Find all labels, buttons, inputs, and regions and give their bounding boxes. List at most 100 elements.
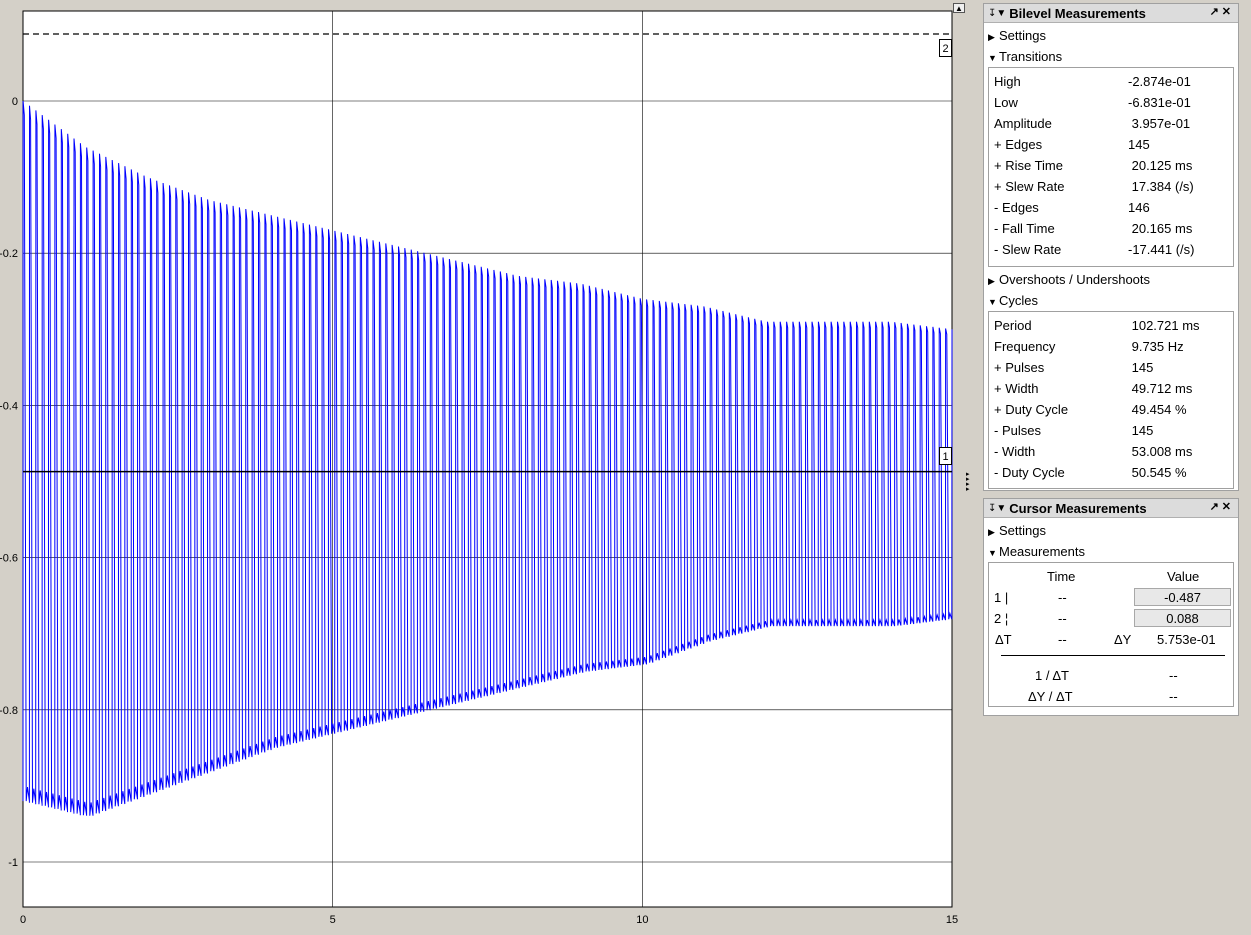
cursor-2-label: 2 ¦: [994, 611, 1009, 626]
cycle-row: + Pulses 145: [989, 357, 1233, 378]
cursor-measurements-table: Time Value 1 | -- -0.487 2 ¦ -- 0.088 ΔT…: [988, 562, 1234, 707]
cycle-label: Period: [994, 318, 1032, 333]
transition-row: - Slew Rate -17.441 (/s): [989, 239, 1233, 260]
delta-y-value: 5.753e-01: [1157, 632, 1216, 647]
overshoots-section[interactable]: ▶ Overshoots / Undershoots: [984, 269, 1238, 290]
transition-value: 20.165 ms: [1128, 221, 1193, 236]
inverse-delta-t-value: --: [1169, 668, 1178, 683]
close-icon[interactable]: ✕: [1222, 6, 1234, 18]
y-tick-label: 0: [12, 96, 18, 108]
transition-value: 20.125 ms: [1128, 158, 1193, 173]
cycle-value: 9.735 Hz: [1128, 339, 1184, 354]
cycles-label: Cycles: [999, 293, 1039, 308]
transition-row: - Fall Time 20.165 ms: [989, 218, 1233, 239]
cycle-label: + Duty Cycle: [994, 402, 1069, 417]
scope-display[interactable]: 0 -0.2 -0.4 -0.6 -0.8 -1 0 5 10 15 1 2 ▲ ▸ ▸ ▸ ▸: [0, 0, 980, 935]
x-tick-label: 0: [20, 914, 26, 926]
delta-t-label: ΔT: [995, 632, 1012, 647]
transition-value: -17.441 (/s): [1128, 242, 1195, 257]
undock-icon[interactable]: ↗: [1210, 6, 1222, 18]
y-tick-label: -0.2: [0, 248, 18, 260]
cycle-value: 49.712 ms: [1128, 381, 1193, 396]
cycle-row: Period 102.721 ms: [989, 315, 1233, 336]
cursor-2-time: --: [1058, 611, 1067, 626]
bilevel-header[interactable]: ↧▼ Bilevel Measurements ↗✕: [984, 4, 1238, 23]
cycle-value: 49.454 %: [1128, 402, 1187, 417]
cursor-title: Cursor Measurements: [1009, 500, 1147, 516]
pin-icon[interactable]: ↧▼: [988, 503, 1006, 514]
transition-label: High: [994, 74, 1021, 89]
cycles-table: Period 102.721 ms Frequency 9.735 Hz + Pul…: [988, 311, 1234, 489]
overshoots-label: Overshoots / Undershoots: [999, 272, 1151, 287]
collapsed-arrow-icon: ▶: [988, 276, 995, 286]
scroll-arrows-icon[interactable]: ▸ ▸ ▸ ▸: [966, 471, 976, 493]
close-icon[interactable]: ✕: [1222, 501, 1234, 513]
transition-row: + Rise Time 20.125 ms: [989, 155, 1233, 176]
cycle-label: - Pulses: [994, 423, 1041, 438]
measurements-section[interactable]: ▼ Measurements: [984, 541, 1238, 562]
cursor-settings-section[interactable]: ▶ Settings: [984, 520, 1238, 541]
transitions-label: Transitions: [999, 49, 1063, 64]
measurements-label: Measurements: [999, 544, 1085, 559]
cycle-row: - Pulses 145: [989, 420, 1233, 441]
cursor-1-label: 1 |: [994, 590, 1009, 605]
transition-value: -6.831e-01: [1128, 95, 1191, 110]
x-tick-label: 10: [636, 914, 648, 926]
transition-label: Amplitude: [994, 116, 1052, 131]
cursor-2-tag[interactable]: 2: [939, 39, 952, 57]
y-tick-label: -0.8: [0, 705, 18, 717]
delta-t-value: --: [1058, 632, 1067, 647]
inverse-delta-t-label: 1 / ΔT: [1035, 668, 1069, 683]
bilevel-settings-section[interactable]: ▶ Settings: [984, 25, 1238, 46]
y-tick-label: -0.4: [0, 400, 18, 412]
transition-row: + Edges 145: [989, 134, 1233, 155]
settings-label: Settings: [999, 28, 1046, 43]
expanded-arrow-icon: ▼: [988, 53, 997, 63]
expand-icon[interactable]: ▲: [953, 3, 965, 13]
expanded-arrow-icon: ▼: [988, 548, 997, 558]
transitions-section[interactable]: ▼ Transitions: [984, 46, 1238, 67]
cycle-label: - Duty Cycle: [994, 465, 1065, 480]
expanded-arrow-icon: ▼: [988, 297, 997, 307]
transition-label: + Rise Time: [994, 158, 1063, 173]
pin-icon[interactable]: ↧▼: [988, 8, 1006, 19]
transition-row: - Edges 146: [989, 197, 1233, 218]
cycle-row: - Duty Cycle 50.545 %: [989, 462, 1233, 483]
cycle-value: 53.008 ms: [1128, 444, 1193, 459]
cycle-label: + Pulses: [994, 360, 1045, 375]
bilevel-measurements-panel: ↧▼ Bilevel Measurements ↗✕ ▶ Settings ▼ Tr…: [983, 3, 1239, 491]
y-tick-label: -1: [8, 857, 18, 869]
cursor-1-tag[interactable]: 1: [939, 447, 952, 465]
cycles-section[interactable]: ▼ Cycles: [984, 290, 1238, 311]
y-axis-ticks: 0 -0.2 -0.4 -0.6 -0.8 -1: [0, 96, 18, 869]
transitions-table: High -2.874e-01 Low -6.831e-01 Amplitude 3.9…: [988, 67, 1234, 267]
cursor-1-value[interactable]: -0.487: [1134, 588, 1231, 606]
transition-label: - Edges: [994, 200, 1039, 215]
transition-label: + Slew Rate: [994, 179, 1065, 194]
transition-value: -2.874e-01: [1128, 74, 1191, 89]
time-scope-plot[interactable]: 0 -0.2 -0.4 -0.6 -0.8 -1 0 5 10 15: [0, 0, 980, 935]
cycle-row: + Width 49.712 ms: [989, 378, 1233, 399]
delta-y-over-delta-t-value: --: [1169, 689, 1178, 704]
bilevel-title: Bilevel Measurements: [1009, 5, 1146, 21]
transition-row: Amplitude 3.957e-01: [989, 113, 1233, 134]
cycle-value: 145: [1128, 423, 1154, 438]
cursor-header[interactable]: ↧▼ Cursor Measurements ↗✕: [984, 499, 1238, 518]
cycle-row: Frequency 9.735 Hz: [989, 336, 1233, 357]
undock-icon[interactable]: ↗: [1210, 501, 1222, 513]
cycle-value: 145: [1128, 360, 1154, 375]
x-axis-ticks: 0 5 10 15: [20, 914, 958, 926]
cycle-label: Frequency: [994, 339, 1056, 354]
transition-value: 146: [1128, 200, 1150, 215]
transition-label: - Fall Time: [994, 221, 1055, 236]
divider: [1001, 655, 1225, 656]
cycle-row: - Width 53.008 ms: [989, 441, 1233, 462]
transition-value: 145: [1128, 137, 1150, 152]
cursor-2-value[interactable]: 0.088: [1134, 609, 1231, 627]
transition-row: + Slew Rate 17.384 (/s): [989, 176, 1233, 197]
transition-label: Low: [994, 95, 1018, 110]
cursor-measurements-panel: ↧▼ Cursor Measurements ↗✕ ▶ Settings ▼ Mea…: [983, 498, 1239, 716]
transition-row: High -2.874e-01: [989, 71, 1233, 92]
transition-label: - Slew Rate: [994, 242, 1062, 257]
cycle-label: - Width: [994, 444, 1036, 459]
